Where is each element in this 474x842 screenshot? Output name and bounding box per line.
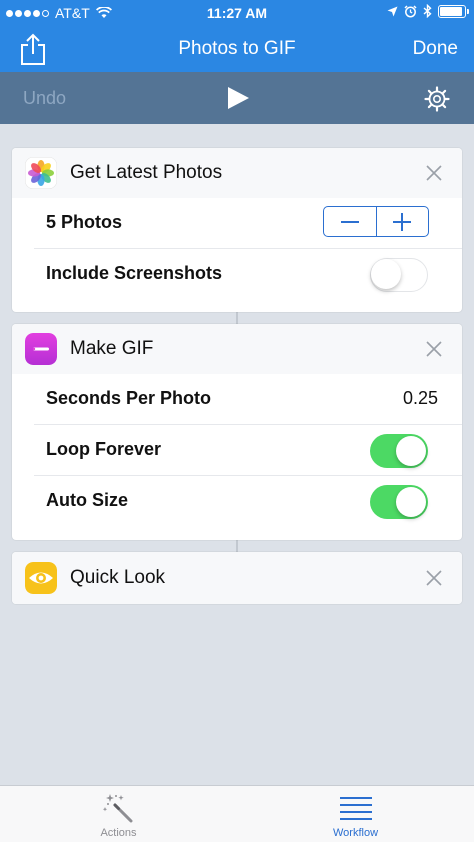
action-title: Make GIF <box>70 338 154 359</box>
done-button[interactable]: Done <box>413 38 458 60</box>
page-title: Photos to GIF <box>178 38 296 59</box>
bluetooth-icon <box>423 4 432 18</box>
action-card-get-latest-photos[interactable]: Get Latest Photos 5 Photos Include Scree… <box>12 148 462 312</box>
action-header[interactable]: Get Latest Photos <box>12 148 462 198</box>
action-title: Get Latest Photos <box>70 162 223 183</box>
photo-count-stepper[interactable] <box>323 206 429 237</box>
alarm-clock-icon <box>404 4 417 17</box>
minus-icon <box>340 220 359 223</box>
play-icon[interactable] <box>225 85 251 111</box>
undo-button[interactable]: Undo <box>23 88 66 109</box>
tab-label: Actions <box>100 827 137 839</box>
gear-icon[interactable] <box>424 86 450 112</box>
action-connector <box>236 312 238 324</box>
action-card-quick-look[interactable]: Quick Look <box>12 552 462 604</box>
photo-count-row: 5 Photos <box>34 198 462 248</box>
loop-forever-row: Loop Forever <box>34 424 462 475</box>
location-arrow-icon <box>387 6 398 16</box>
include-screenshots-row: Include Screenshots <box>34 248 462 299</box>
tab-actions[interactable]: Actions <box>0 786 237 842</box>
photos-icon <box>25 157 57 189</box>
action-parameters: 5 Photos Include Screenshots <box>12 198 462 299</box>
toggle-knob <box>396 436 426 466</box>
auto-size-label: Auto Size <box>46 490 129 510</box>
include-screenshots-label: Include Screenshots <box>46 263 223 283</box>
tab-workflow[interactable]: Workflow <box>237 786 474 842</box>
include-screenshots-toggle[interactable] <box>370 258 428 292</box>
status-indicators <box>387 4 469 18</box>
auto-size-toggle[interactable] <box>370 485 428 519</box>
loop-forever-label: Loop Forever <box>46 439 162 459</box>
auto-size-row: Auto Size <box>34 475 462 526</box>
action-header[interactable]: Quick Look <box>12 552 462 604</box>
toggle-knob <box>396 487 426 517</box>
seconds-per-photo-label: Seconds Per Photo <box>46 388 212 408</box>
close-icon[interactable] <box>424 163 444 183</box>
tab-label: Workflow <box>332 827 379 839</box>
plus-icon <box>393 212 412 231</box>
status-bar: AT&T 11:27 AM <box>0 0 474 26</box>
make-gif-icon <box>25 333 57 365</box>
action-connector <box>236 540 238 552</box>
decrement-button[interactable] <box>324 207 377 236</box>
seconds-per-photo-row[interactable]: Seconds Per Photo 0.25 <box>34 374 462 424</box>
eye-icon <box>25 562 57 594</box>
magic-wand-icon <box>102 794 132 823</box>
close-icon[interactable] <box>424 339 444 359</box>
close-icon[interactable] <box>424 568 444 588</box>
seconds-per-photo-value[interactable]: 0.25 <box>403 388 438 409</box>
tab-bar: Actions Workflow <box>0 785 474 842</box>
action-title: Quick Look <box>70 567 166 588</box>
workflow-toolbar: Undo <box>0 72 474 124</box>
loop-forever-toggle[interactable] <box>370 434 428 468</box>
battery-icon <box>438 4 469 18</box>
list-icon <box>339 797 372 820</box>
increment-button[interactable] <box>377 207 429 236</box>
battery-level <box>440 6 463 16</box>
photo-count-label: 5 Photos <box>46 212 123 232</box>
action-card-make-gif[interactable]: Make GIF Seconds Per Photo 0.25 Loop For… <box>12 324 462 540</box>
toggle-knob <box>371 259 401 289</box>
nav-bar: Photos to GIF Done <box>0 26 474 72</box>
action-parameters: Seconds Per Photo 0.25 Loop Forever Auto… <box>12 374 462 526</box>
action-header[interactable]: Make GIF <box>12 324 462 374</box>
